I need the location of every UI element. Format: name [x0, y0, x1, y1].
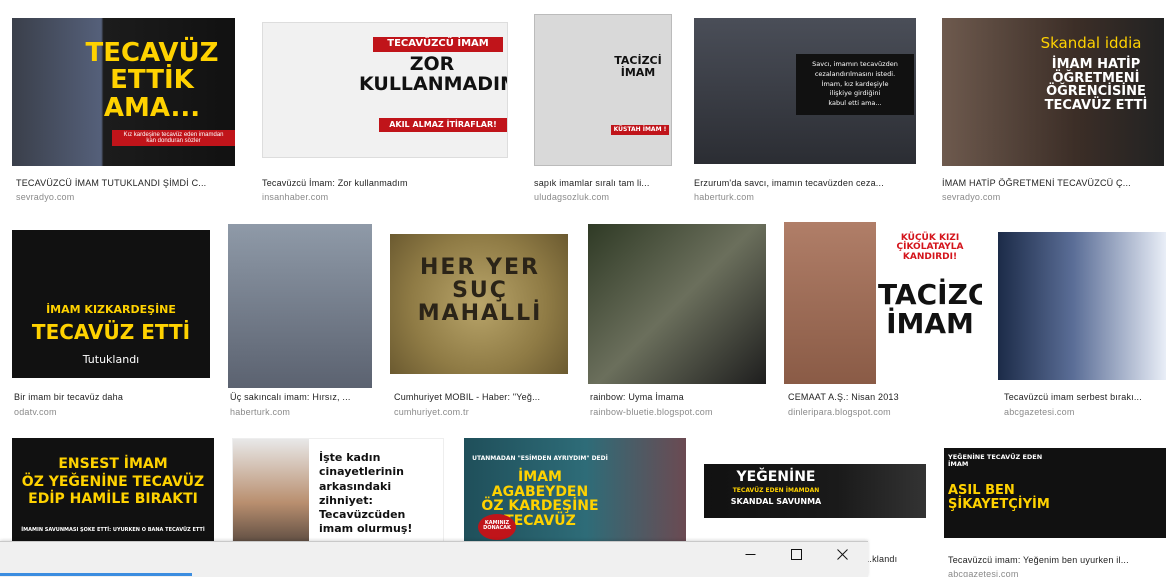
result-title[interactable]: Erzurum'da savcı, imamın tecavüzden ceza… [694, 178, 916, 188]
maximize-icon [790, 547, 802, 565]
thumbnail-subtitle: Tutuklandı [82, 353, 140, 366]
thumbnail-subtitle: İMAMIN SAVUNMASI ŞOKE ETTİ: UYURKEN O BA… [21, 527, 205, 533]
result-title[interactable]: ...klandı [864, 554, 932, 564]
thumbnail-badge: KÜSTAH İMAM ! [611, 125, 669, 136]
thumbnail-kicker: İMAM KIZKARDEŞİNE [46, 303, 176, 316]
image-result[interactable]: Üç sakıncalı imam: Hırsız, ... haberturk… [224, 222, 372, 418]
result-title[interactable]: Bir imam bir tecavüz daha [14, 392, 210, 402]
image-result[interactable]: YEĞENİNE TECAVÜZ EDEN İMAMDAN SKANDAL SA… [700, 434, 932, 564]
result-thumbnail[interactable] [588, 224, 766, 384]
thumbnail-photo [233, 439, 309, 543]
result-source[interactable]: odatv.com [14, 407, 210, 417]
image-result[interactable]: TECAVÜZ ETTİK AMA... Kız kardeşine tecav… [12, 14, 242, 208]
result-thumbnail[interactable]: KÜÇÜK KIZI ÇİKOLATAYLA KANDIRDI! TACİZC İ… [784, 222, 982, 384]
maximize-button[interactable] [773, 541, 819, 571]
result-source[interactable]: rainbow-bluetie.blogspot.com [590, 407, 766, 417]
image-result[interactable]: İMAM KIZKARDEŞİNE TECAVÜZ ETTİ Tutukland… [8, 222, 216, 418]
thumbnail-badge: KAMINIZ DONACAK [478, 514, 516, 540]
image-result[interactable]: Skandal iddia İMAM HATİP ÖĞRETMENİ ÖĞREN… [938, 14, 1168, 208]
thumbnail-subtitle: TECAVÜZ EDEN İMAMDAN [732, 487, 820, 494]
image-result[interactable]: HER YER SUÇ MAHALLİ Cumhuriyet MOBIL - H… [386, 222, 576, 418]
result-thumbnail[interactable]: UTANMADAN "ESİMDEN AYRIYDIM" DEDİ İMAM A… [464, 438, 686, 544]
thumbnail-kicker: UTANMADAN "ESİMDEN AYRIYDIM" DEDİ [472, 455, 608, 462]
result-thumbnail[interactable]: YEĞENİNE TECAVÜZ EDEN İMAMDAN SKANDAL SA… [704, 464, 926, 518]
thumbnail-subtitle-2: SKANDAL SAVUNMA [730, 497, 822, 506]
image-result[interactable]: İşte kadın cinayetlerinin arkasındaki zi… [228, 434, 448, 544]
thumbnail-photo [784, 222, 876, 384]
image-result[interactable]: UTANMADAN "ESİMDEN AYRIYDIM" DEDİ İMAM A… [460, 434, 690, 544]
result-thumbnail[interactable]: ENSEST İMAM ÖZ YEĞENİNE TECAVÜZ EDİP HAM… [12, 438, 214, 544]
thumbnail-headline: YEĞENİNE [736, 469, 816, 485]
result-title[interactable]: Tecavüzcü imam serbest bırakı... [1004, 392, 1164, 402]
image-result[interactable]: TECAVÜZCÜ İMAM ZOR KULLANMADIM AKIL ALMA… [258, 14, 510, 208]
thumbnail-headline: TECAVÜZ ETTİK AMA... [85, 38, 219, 123]
result-source[interactable]: abcgazetesi.com [948, 569, 1166, 577]
result-title[interactable]: Tecavüzcü imam: Yeğenim ben uyurken il..… [948, 555, 1166, 565]
result-source[interactable]: abcgazetesi.com [1004, 407, 1164, 417]
image-result[interactable]: KÜÇÜK KIZI ÇİKOLATAYLA KANDIRDI! TACİZC İ… [780, 222, 986, 418]
close-icon [836, 547, 848, 565]
result-thumbnail[interactable]: TECAVÜZCÜ İMAM ZOR KULLANMADIM AKIL ALMA… [262, 22, 508, 158]
thumbnail-headline: TACİZCİ İMAM [614, 54, 662, 79]
result-source[interactable]: dinleripara.blogspot.com [788, 407, 982, 417]
thumbnail-headline: TECAVÜZ ETTİ [31, 320, 191, 344]
thumbnail-kicker: YEĞENİNE TECAVÜZ EDEN İMAM [948, 453, 1043, 468]
thumbnail-text: Savcı, imamın tecavüzden cezalandırılmas… [796, 54, 914, 115]
thumbnail-subtitle: Kız kardeşine tecavüz eden imamdan kan d… [112, 130, 235, 146]
result-title[interactable]: CEMAAT A.Ş.: Nisan 2013 [788, 392, 982, 402]
result-title[interactable]: rainbow: Uyma İmama [590, 392, 766, 402]
result-thumbnail[interactable]: TECAVÜZ ETTİK AMA... Kız kardeşine tecav… [12, 18, 235, 166]
thumbnail-kicker: TECAVÜZCÜ İMAM [373, 37, 503, 52]
image-result[interactable]: TACİZCİ İMAM KÜSTAH İMAM ! sapık imamlar… [530, 14, 676, 208]
thumbnail-headline: ENSEST İMAM ÖZ YEĞENİNE TECAVÜZ EDİP HAM… [21, 456, 205, 507]
image-result[interactable]: ENSEST İMAM ÖZ YEĞENİNE TECAVÜZ EDİP HAM… [8, 434, 218, 544]
result-thumbnail[interactable]: Savcı, imamın tecavüzden cezalandırılmas… [694, 18, 916, 164]
result-thumbnail[interactable]: HER YER SUÇ MAHALLİ [390, 234, 568, 374]
result-title[interactable]: TECAVÜZCÜ İMAM TUTUKLANDI ŞİMDİ C... [16, 178, 238, 188]
result-thumbnail[interactable] [228, 224, 372, 388]
image-result[interactable]: rainbow: Uyma İmama rainbow-bluetie.blog… [584, 222, 770, 418]
thumbnail-kicker: Skandal iddia [1040, 34, 1142, 52]
result-thumbnail[interactable]: Skandal iddia İMAM HATİP ÖĞRETMENİ ÖĞREN… [942, 18, 1164, 166]
thumbnail-kicker: KÜÇÜK KIZI ÇİKOLATAYLA KANDIRDI! [896, 233, 964, 262]
result-thumbnail[interactable]: İMAM KIZKARDEŞİNE TECAVÜZ ETTİ Tutukland… [12, 230, 210, 378]
result-source[interactable]: sevradyo.com [942, 192, 1164, 202]
result-title[interactable]: İMAM HATİP ÖĞRETMENİ TECAVÜZCÜ Ç... [942, 178, 1164, 188]
thumbnail-text: İşte kadın cinayetlerinin arkasındaki zi… [319, 451, 413, 536]
result-source[interactable]: haberturk.com [694, 192, 916, 202]
result-source[interactable]: cumhuriyet.com.tr [394, 407, 570, 417]
result-thumbnail[interactable]: YEĞENİNE TECAVÜZ EDEN İMAM ASIL BEN ŞİKA… [944, 448, 1166, 538]
minimize-button[interactable] [727, 541, 773, 571]
result-thumbnail[interactable]: TACİZCİ İMAM KÜSTAH İMAM ! [534, 14, 672, 166]
thumbnail-headline: ZOR KULLANMADIM [359, 53, 508, 95]
image-result[interactable]: YEĞENİNE TECAVÜZ EDEN İMAM ASIL BEN ŞİKA… [940, 440, 1170, 577]
result-title[interactable]: sapık imamlar sıralı tam li... [534, 178, 672, 188]
result-thumbnail[interactable]: İşte kadın cinayetlerinin arkasındaki zi… [232, 438, 444, 544]
thumbnail-headline: ASIL BEN ŞİKAYETÇİYİM [948, 483, 1050, 512]
result-title[interactable]: Tecavüzcü İmam: Zor kullanmadım [262, 178, 502, 188]
result-source[interactable]: uludagsozluk.com [534, 192, 672, 202]
result-source[interactable]: insanhaber.com [262, 192, 502, 202]
focus-indicator [0, 573, 192, 576]
thumbnail-text: HER YER SUÇ MAHALLİ [417, 255, 543, 327]
result-source[interactable]: sevradyo.com [16, 192, 238, 202]
thumbnail-subtitle: AKIL ALMAZ İTİRAFLAR! [379, 118, 507, 133]
result-source[interactable]: haberturk.com [230, 407, 370, 417]
close-button[interactable] [819, 541, 865, 571]
thumbnail-headline: TACİZCİ İMAM [878, 278, 982, 341]
result-title[interactable]: Cumhuriyet MOBIL - Haber: "Yeğ... [394, 392, 570, 402]
result-title[interactable]: Üç sakıncalı imam: Hırsız, ... [230, 392, 370, 402]
image-result[interactable]: Savcı, imamın tecavüzden cezalandırılmas… [690, 14, 920, 208]
minimize-icon [745, 547, 756, 565]
image-result[interactable]: Tecavüzcü imam serbest bırakı... abcgaze… [994, 222, 1170, 418]
thumbnail-headline: İMAM HATİP ÖĞRETMENİ ÖĞRENCİSİNE TECAVÜZ… [1044, 57, 1148, 113]
result-thumbnail[interactable] [998, 232, 1166, 380]
